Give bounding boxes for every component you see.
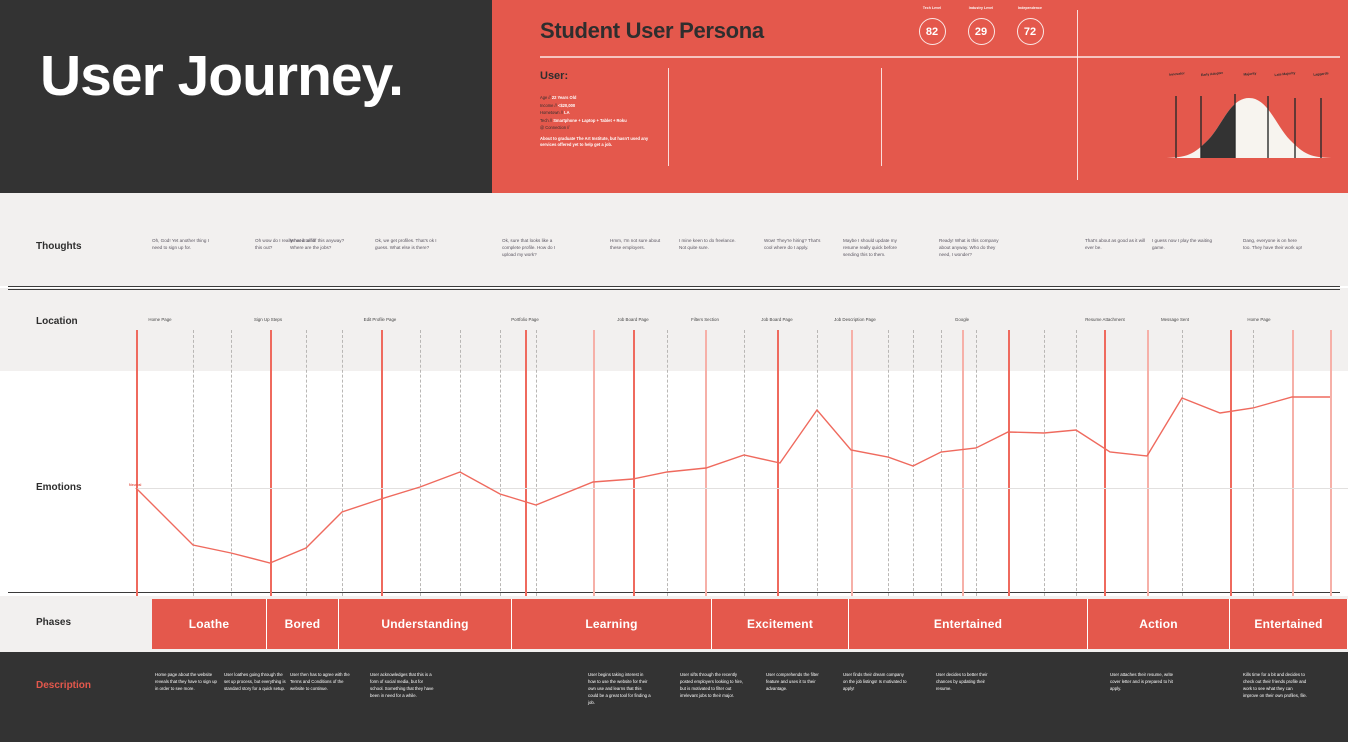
location-label: Sign Up Steps	[253, 317, 283, 322]
thought-item: I guess now I play the waiting game.	[1152, 238, 1213, 251]
thought-item: That's about as good as it will ever be.	[1085, 238, 1146, 251]
description-item: User then has to agree with the Terms an…	[290, 672, 350, 691]
thought-item: Hmm, I'm not sure about these employers.	[610, 238, 661, 251]
location-label: Portfolio Page	[511, 317, 539, 322]
thought-item: Wow! They're hiring? That's cool where d…	[764, 238, 821, 251]
phase-block[interactable]: Excitement	[712, 599, 849, 649]
user-journey-poster: User Journey. Student User Persona Tech …	[0, 0, 1348, 742]
location-label: Message Sent	[1160, 317, 1190, 322]
description-item: User attaches their resume, write cover …	[1110, 672, 1174, 691]
thought-item: What is all of this anyway? Where are th…	[290, 238, 345, 251]
description-item: User acknowledges that this is a form of…	[370, 672, 434, 698]
description-item: Home page about the website reveals that…	[155, 672, 217, 691]
thought-item: Maybe I should update my resume really q…	[843, 238, 897, 258]
thought-item: Oh, God! Yet another thing I need to sig…	[152, 238, 209, 251]
location-label: Filters Section	[691, 317, 719, 322]
description-item: User begins taking interest in how to us…	[588, 672, 651, 705]
phase-block[interactable]: Understanding	[339, 599, 512, 649]
location-label: Edit Profile Page	[363, 317, 397, 322]
thought-item: Ok, sure that looks like a complete prof…	[502, 238, 556, 258]
phase-block[interactable]: Entertained	[1230, 599, 1348, 649]
phase-block[interactable]: Action	[1088, 599, 1230, 649]
description-item: User decides to better their chances by …	[936, 672, 988, 691]
location-label: Resume Attachment	[1085, 317, 1125, 322]
location-label: Job Board Page	[617, 317, 649, 322]
thought-item: Ok, we get profiles. That's ok I guess. …	[375, 238, 437, 251]
phase-block[interactable]: Loathe	[152, 599, 267, 649]
location-label: Job Description Page	[834, 317, 876, 322]
phase-block[interactable]: Learning	[512, 599, 712, 649]
location-label: Home Page	[1247, 317, 1271, 322]
phase-block[interactable]: Entertained	[849, 599, 1088, 649]
location-label: Job Board Page	[761, 317, 793, 322]
description-item: User finds their dream company on the jo…	[843, 672, 907, 691]
thought-item: Ready! What is this company about anyway…	[939, 238, 999, 258]
emotion-curve	[135, 396, 1330, 564]
location-label: Home Page	[148, 317, 172, 322]
phase-block[interactable]: Bored	[267, 599, 339, 649]
thought-item: Dang, everyone is on here too. They have…	[1243, 238, 1303, 251]
description-item: User sifts through the recently posted e…	[680, 672, 744, 698]
thought-item: I mine keen to do freelance. Not quite s…	[679, 238, 736, 251]
location-label: Google	[954, 317, 970, 322]
description-item: Kills time for a bit and decides to chec…	[1243, 672, 1308, 698]
description-item: User loathes going through the set up pr…	[224, 672, 286, 691]
description-item: User comprehends the filter feature and …	[766, 672, 819, 691]
